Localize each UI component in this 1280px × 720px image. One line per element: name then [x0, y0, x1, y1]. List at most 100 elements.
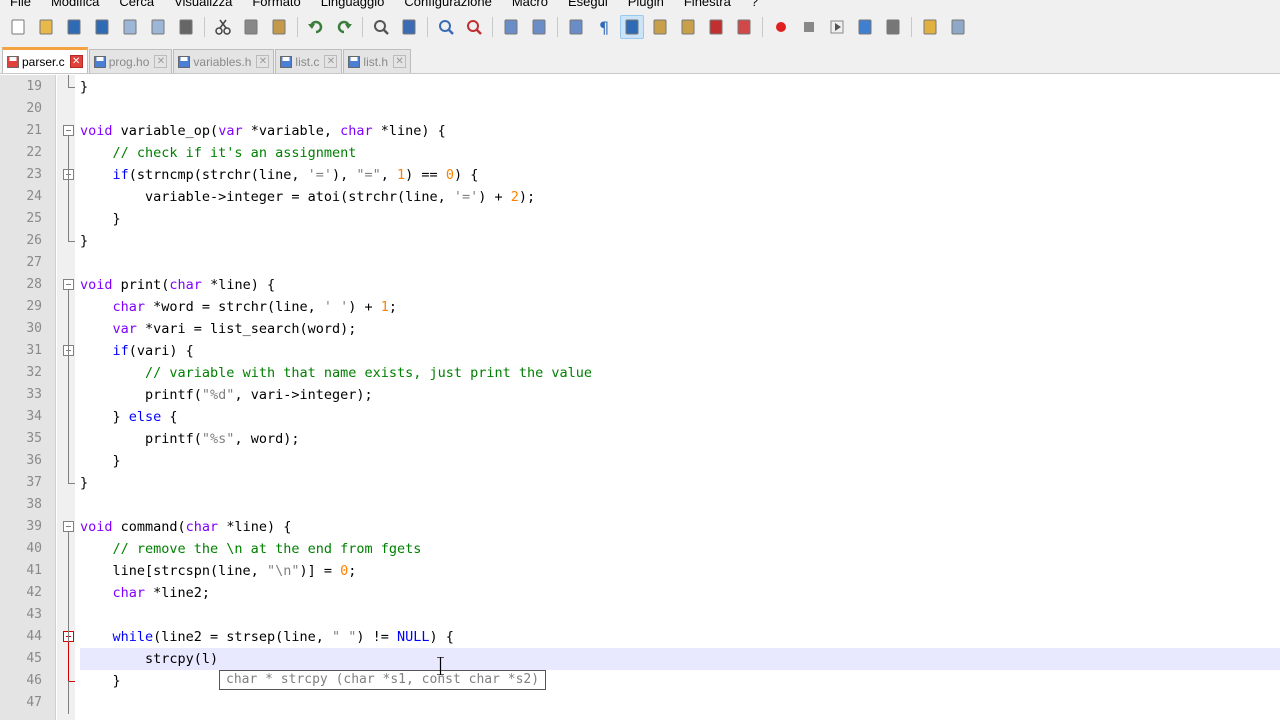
fold-toggle-icon[interactable]: [63, 521, 74, 532]
toolbar-separator: [557, 17, 558, 37]
print-icon[interactable]: [174, 15, 198, 39]
fold-toggle-icon[interactable]: [63, 279, 74, 290]
line-number: 34: [26, 409, 42, 424]
code-line[interactable]: }: [80, 230, 88, 252]
code-line[interactable]: }: [80, 450, 121, 472]
close-tab-icon[interactable]: ✕: [324, 55, 338, 68]
paste-icon[interactable]: [267, 15, 291, 39]
line-number: 43: [26, 607, 42, 622]
code-line[interactable]: char *word = strchr(line, ' ') + 1;: [80, 296, 398, 318]
tab-list-c[interactable]: list.c ✕: [275, 49, 343, 73]
code-line[interactable]: }: [80, 472, 88, 494]
redo-icon[interactable]: [332, 15, 356, 39]
fold-line: [68, 532, 69, 714]
doc-map-icon[interactable]: [676, 15, 700, 39]
folder-as-workspace-icon[interactable]: [732, 15, 756, 39]
menu-item-cerca[interactable]: Cerca: [109, 0, 164, 9]
close-icon[interactable]: [118, 15, 142, 39]
line-number: 32: [26, 365, 42, 380]
tab-list-h[interactable]: list.h ✕: [343, 49, 412, 73]
fold-end-marker: [68, 483, 75, 484]
code-line[interactable]: if(strncmp(strchr(line, '='), "=", 1) ==…: [80, 164, 479, 186]
undo-icon[interactable]: [304, 15, 328, 39]
show-all-chars-icon[interactable]: ¶: [592, 15, 616, 39]
code-line[interactable]: printf("%s", word);: [80, 428, 299, 450]
code-line[interactable]: } else {: [80, 406, 178, 428]
open-file-icon[interactable]: [34, 15, 58, 39]
menu-item-visualizza[interactable]: Visualizza: [164, 0, 242, 9]
menu-item-modifica[interactable]: Modifica: [41, 0, 109, 9]
code-line[interactable]: char *line2;: [80, 582, 211, 604]
run-macro-multiple-icon[interactable]: [853, 15, 877, 39]
code-line[interactable]: }: [80, 76, 88, 98]
close-all-icon[interactable]: [146, 15, 170, 39]
code-line[interactable]: variable->integer = atoi(strchr(line, '=…: [80, 186, 535, 208]
save-macro-icon[interactable]: [881, 15, 905, 39]
close-tab-icon[interactable]: ✕: [154, 55, 168, 68]
record-macro-icon[interactable]: [769, 15, 793, 39]
line-number: 31: [26, 343, 42, 358]
line-number: 47: [26, 695, 42, 710]
code-editor[interactable]: 19} 20 21 void variable_op(var *variable, c…: [0, 75, 1280, 720]
save-icon[interactable]: [62, 15, 86, 39]
zoom-out-icon[interactable]: [462, 15, 486, 39]
toolbar-separator: [492, 17, 493, 37]
word-wrap-icon[interactable]: [564, 15, 588, 39]
code-line[interactable]: }: [80, 208, 121, 230]
menu-item-plugin[interactable]: Plugin: [618, 0, 674, 9]
tab-label: prog.ho: [108, 54, 150, 69]
code-line[interactable]: var *vari = list_search(word);: [80, 318, 357, 340]
save-all-icon[interactable]: [90, 15, 114, 39]
menu-item-linguaggio[interactable]: Linguaggio: [311, 0, 395, 9]
code-line[interactable]: line[strcspn(line, "\n")] = 0;: [80, 560, 357, 582]
code-line[interactable]: strcpy(l): [80, 648, 218, 670]
code-line[interactable]: // variable with that name exists, just …: [80, 362, 592, 384]
replace-icon[interactable]: [397, 15, 421, 39]
sync-horizontal-icon[interactable]: [527, 15, 551, 39]
code-line[interactable]: void print(char *line) {: [80, 274, 275, 296]
menu-item-formato[interactable]: Formato: [242, 0, 310, 9]
menu-item-finestra[interactable]: Finestra: [674, 0, 741, 9]
close-tab-icon[interactable]: ✕: [393, 55, 407, 68]
fold-toggle-icon[interactable]: [63, 125, 74, 136]
play-macro-icon[interactable]: [825, 15, 849, 39]
user-defined-icon[interactable]: [648, 15, 672, 39]
indent-guide-icon[interactable]: [620, 15, 644, 39]
open-folder-icon[interactable]: [918, 15, 942, 39]
spell-check-icon[interactable]: [946, 15, 970, 39]
code-line[interactable]: if(vari) {: [80, 340, 194, 362]
new-file-icon[interactable]: [6, 15, 30, 39]
code-line[interactable]: while(line2 = strsep(line, " ") != NULL)…: [80, 626, 454, 648]
line-number: 33: [26, 387, 42, 402]
menu-item-esegui[interactable]: Esegui: [558, 0, 618, 9]
tab-variables-h[interactable]: variables.h ✕: [173, 49, 275, 73]
svg-text:¶: ¶: [599, 18, 609, 36]
fold-line: [68, 642, 69, 681]
find-icon[interactable]: [369, 15, 393, 39]
zoom-in-icon[interactable]: [434, 15, 458, 39]
code-line[interactable]: void variable_op(var *variable, char *li…: [80, 120, 446, 142]
menu-item-macro[interactable]: Macro: [502, 0, 558, 9]
code-line[interactable]: void command(char *line) {: [80, 516, 291, 538]
line-number: 46: [26, 673, 42, 688]
fold-line: [68, 136, 69, 241]
saved-file-icon: [348, 55, 361, 68]
code-line[interactable]: }: [80, 670, 121, 692]
copy-icon[interactable]: [239, 15, 263, 39]
sync-vertical-icon[interactable]: [499, 15, 523, 39]
code-line[interactable]: // remove the \n at the end from fgets: [80, 538, 422, 560]
cut-icon[interactable]: [211, 15, 235, 39]
stop-macro-icon[interactable]: [797, 15, 821, 39]
menu-item-configurazione[interactable]: Configurazione: [394, 0, 501, 9]
function-list-icon[interactable]: [704, 15, 728, 39]
tab-parser-c[interactable]: parser.c ✕: [2, 47, 88, 73]
close-tab-icon[interactable]: ✕: [69, 55, 83, 68]
menu-item-[interactable]: ?: [741, 0, 768, 9]
menu-item-file[interactable]: File: [0, 0, 41, 9]
tab-prog-ho[interactable]: prog.ho ✕: [88, 49, 173, 73]
tab-label: list.c: [295, 54, 320, 69]
close-tab-icon[interactable]: ✕: [256, 55, 270, 68]
code-line[interactable]: printf("%d", vari->integer);: [80, 384, 373, 406]
code-line[interactable]: // check if it's an assignment: [80, 142, 357, 164]
document-tabs: parser.c ✕ prog.ho ✕ variables.h ✕ list.…: [2, 47, 412, 75]
